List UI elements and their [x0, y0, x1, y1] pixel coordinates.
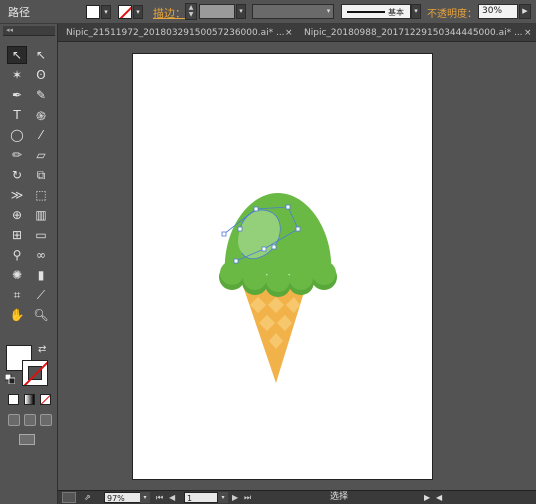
- free-transform-tool[interactable]: ⬚: [31, 186, 51, 204]
- screen-mode-icon[interactable]: [19, 434, 35, 445]
- artboard-nav-icon[interactable]: [62, 492, 76, 503]
- fill-dropdown-icon[interactable]: ▾: [101, 5, 111, 19]
- draw-inside-icon[interactable]: [40, 414, 52, 426]
- lasso-tool[interactable]: ʘ: [31, 66, 51, 84]
- pencil-tool[interactable]: ✏: [7, 146, 27, 164]
- eyedropper-tool[interactable]: ⚲: [7, 246, 27, 264]
- paintbrush-tool[interactable]: ⁄: [31, 126, 51, 144]
- document-tab-1[interactable]: Nipic_21511972_20180329150057236000.ai* …: [66, 24, 285, 42]
- last-artboard-icon[interactable]: ⏭: [244, 492, 251, 503]
- gradient-mode-button[interactable]: [24, 394, 35, 405]
- color-mode-button[interactable]: [8, 394, 19, 405]
- status-menu-icon[interactable]: ▶: [424, 492, 430, 503]
- ice-cream-illustration[interactable]: [132, 53, 433, 480]
- control-bar: 路径 ▾ ▾ 描边： ▲ ▼ ▾ ▾ 基本 ▾ 不透明度： 30% ▶: [0, 0, 536, 24]
- opacity-field[interactable]: 30%: [478, 4, 518, 19]
- magic-wand-tool[interactable]: ✶: [7, 66, 27, 84]
- tools-panel: ◂◂ ↖ ↖ ✶ ʘ ✒ ✎ T ֍ ◯ ⁄ ✏ ▱ ↻ ⧉ ≫ ⬚ ⊕ ▥ ⊞ ▭ ⚲ ∞ ✺ ▮ ⌗ ⟋ ✋ 🔍︎ ⇄: [0, 24, 58, 504]
- ellipse-tool[interactable]: ◯: [7, 126, 27, 144]
- panel-collapse-icon[interactable]: ◂◂: [3, 26, 55, 36]
- blend-tool[interactable]: ∞: [31, 246, 51, 264]
- brush-dropdown-icon[interactable]: ▾: [411, 4, 421, 19]
- zoom-tool[interactable]: 🔍︎: [31, 306, 51, 324]
- horizontal-scrollbar[interactable]: [446, 492, 536, 503]
- next-artboard-icon[interactable]: ▶: [232, 492, 238, 503]
- brush-name: 基本: [388, 8, 404, 17]
- close-tab-icon[interactable]: ×: [285, 24, 293, 42]
- fill-color-swatch[interactable]: [86, 5, 100, 19]
- profile-dropdown-icon[interactable]: ▾: [324, 4, 334, 19]
- mesh-tool[interactable]: ⊞: [7, 226, 27, 244]
- shape-builder-tool[interactable]: ⊕: [7, 206, 27, 224]
- first-artboard-icon[interactable]: ⏮: [156, 492, 163, 503]
- stroke-weight-stepper[interactable]: ▲ ▼: [185, 3, 197, 20]
- document-tabs: Nipic_21511972_20180329150057236000.ai* …: [58, 24, 536, 42]
- stroke-color-swatch[interactable]: [118, 5, 132, 19]
- perspective-grid-tool[interactable]: ▥: [31, 206, 51, 224]
- status-bar: ⇗ 97% ▾ ⏮ ◀ 1 ▾ ▶ ⏭ 选择 ▶ ◀: [58, 490, 536, 504]
- selection-type-label: 路径: [8, 6, 30, 19]
- stroke-weight-dropdown-icon[interactable]: ▾: [236, 4, 246, 19]
- column-graph-tool[interactable]: ▮: [31, 266, 51, 284]
- variable-width-profile[interactable]: [252, 4, 334, 19]
- draw-behind-icon[interactable]: [24, 414, 36, 426]
- selection-tool[interactable]: ↖: [7, 46, 27, 64]
- brush-definition[interactable]: 基本: [341, 4, 411, 19]
- draw-normal-icon[interactable]: [8, 414, 20, 426]
- artboard-number-field[interactable]: 1: [184, 492, 218, 503]
- stroke-swatch[interactable]: [22, 360, 48, 386]
- scroll-left-icon[interactable]: ◀: [436, 492, 442, 503]
- none-mode-button[interactable]: [40, 394, 51, 405]
- default-colors-icon[interactable]: [5, 374, 15, 384]
- slice-tool[interactable]: ⟋: [31, 286, 51, 304]
- gradient-tool[interactable]: ▭: [31, 226, 51, 244]
- document-canvas[interactable]: [58, 42, 536, 490]
- opacity-label[interactable]: 不透明度：: [427, 5, 477, 20]
- opacity-expand-icon[interactable]: ▶: [519, 4, 531, 19]
- width-tool[interactable]: ≫: [7, 186, 27, 204]
- symbol-sprayer-tool[interactable]: ✺: [7, 266, 27, 284]
- stroke-label[interactable]: 描边：: [153, 5, 186, 21]
- rotate-tool[interactable]: ↻: [7, 166, 27, 184]
- curvature-tool[interactable]: ✎: [31, 86, 51, 104]
- artboard-dropdown-icon[interactable]: ▾: [218, 492, 228, 503]
- hand-tool[interactable]: ✋: [7, 306, 27, 324]
- close-tab-icon[interactable]: ×: [524, 24, 532, 42]
- artboard-tool[interactable]: ⌗: [7, 286, 27, 304]
- ice-cream-scoop[interactable]: [219, 193, 337, 297]
- zoom-dropdown-icon[interactable]: ▾: [140, 492, 150, 503]
- previous-artboard-icon[interactable]: ◀: [169, 492, 175, 503]
- stroke-weight-field[interactable]: [199, 4, 235, 19]
- scale-tool[interactable]: ⧉: [31, 166, 51, 184]
- brush-stroke-preview: [347, 11, 385, 13]
- share-icon[interactable]: ⇗: [84, 492, 98, 503]
- direct-selection-tool[interactable]: ↖: [31, 46, 51, 64]
- swap-fill-stroke-icon[interactable]: ⇄: [38, 344, 46, 355]
- current-tool-status: 选择: [330, 492, 349, 502]
- pen-tool[interactable]: ✒: [7, 86, 27, 104]
- eraser-tool[interactable]: ▱: [31, 146, 51, 164]
- type-tool[interactable]: T: [7, 106, 27, 124]
- stroke-dropdown-icon[interactable]: ▾: [133, 5, 143, 19]
- no-stroke-icon: [119, 6, 131, 18]
- document-tab-2[interactable]: Nipic_20180988_20171229150344445000.ai* …: [304, 24, 523, 42]
- spiral-tool[interactable]: ֍: [31, 106, 51, 124]
